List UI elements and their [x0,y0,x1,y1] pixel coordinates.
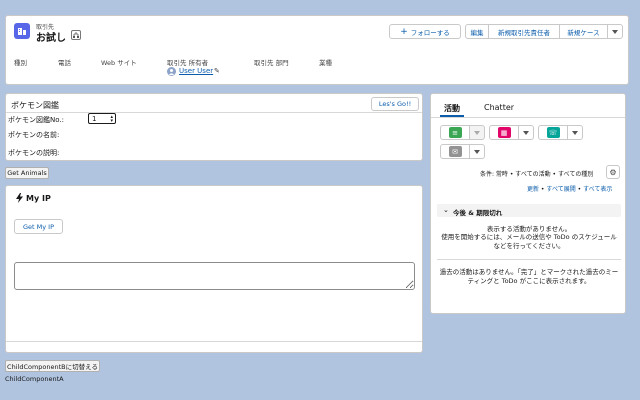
filter-settings-button[interactable]: ⚙ [606,165,620,179]
myip-textarea[interactable] [14,262,415,290]
chevron-down-icon [612,29,618,34]
chevron-down-icon [474,130,480,135]
email-dropdown[interactable] [470,144,485,159]
pokemon-divider [6,112,422,113]
field-label-division: 取引先 部門 [254,59,289,67]
lets-go-button[interactable]: Les's Go!! [371,97,419,111]
account-icon [14,23,30,39]
plus-icon: + [400,26,408,37]
tab-chatter[interactable]: Chatter [484,103,514,112]
refresh-link[interactable]: 更新 [527,186,539,193]
email-group: ✉ [440,144,485,159]
myip-footer-divider [6,341,422,342]
upcoming-hint-text: 使用を開始するには、メールの送信や ToDo のスケジュールなどを行ってください… [441,233,617,250]
myip-card: My IP Get My IP [5,185,423,353]
child-component-label: ChildComponentA [5,375,64,383]
log-call-icon: ≡ [448,127,462,138]
myip-title: My IP [26,194,51,203]
new-event-group: ▦ [489,125,534,140]
view-all-link[interactable]: すべて表示 [583,186,612,193]
get-my-ip-button[interactable]: Get My IP [14,219,63,234]
field-label-type: 種別 [14,59,27,67]
past-divider [437,259,621,260]
activity-panel: 活動 Chatter ≡ ▦ ☏ ✉ 条件: 常時 • すべての活動 • すべて… [430,93,626,314]
log-call-group: ≡ [440,125,485,140]
more-actions-button[interactable] [607,24,623,39]
chevron-down-icon [572,130,578,135]
field-label-industry: 業種 [319,59,332,67]
follow-button[interactable]: + フォローする [389,24,461,39]
get-animals-button[interactable]: Get Animals [5,167,49,179]
chevron-down-icon: ⌄ [443,206,449,214]
new-task-button[interactable]: ☏ [538,125,568,140]
phone-icon: ☏ [546,127,560,138]
activity-links: 更新 • すべて展開 • すべて表示 [527,186,613,193]
new-event-dropdown[interactable] [519,125,534,140]
lightning-icon [16,193,23,205]
calendar-icon: ▦ [497,127,511,138]
email-icon: ✉ [448,146,462,157]
gear-icon: ⚙ [609,167,617,177]
field-label-website: Web サイト [101,59,137,67]
new-case-button[interactable]: 新規ケース [559,24,608,39]
record-name: お試し [36,33,66,44]
new-task-group: ☏ [538,125,583,140]
new-event-button[interactable]: ▦ [489,125,519,140]
log-call-button[interactable]: ≡ [440,125,470,140]
pokemon-title: ポケモン図鑑 [11,101,59,110]
switch-component-button[interactable]: ChildComponentBに切替える [5,360,100,372]
tab-activity[interactable]: 活動 [444,103,460,114]
owner-link[interactable]: User User [179,67,213,75]
pokemon-no-stepper[interactable]: 1 ▴ ▾ [88,113,116,124]
change-owner-icon[interactable]: ✎ [214,67,220,75]
past-empty-text: 過去の活動はありません。「完了」とマークされた過去のミーティングと ToDo が… [439,268,619,285]
record-header: 取引先 お試し + フォローする 編集 新規取引先責任者 新規ケース 種別 電話… [5,15,629,85]
stepper-arrows-icon: ▴ ▾ [110,113,113,124]
upcoming-empty-text: 表示する活動がありません。 [486,225,572,233]
field-label-owner: 取引先 所有者 [167,59,209,67]
chevron-down-icon [523,130,529,135]
upcoming-section-header[interactable]: ⌄ 今後 & 期限切れ [437,204,621,217]
pokemon-card: ポケモン図鑑 Les's Go!! ポケモン図鑑No.: 1 ▴ ▾ ポケモンの名… [5,93,423,161]
edit-button[interactable]: 編集 [465,24,489,39]
pokemon-no-label: ポケモン図鑑No.: [8,116,64,124]
new-contact-button[interactable]: 新規取引先責任者 [488,24,560,39]
email-button[interactable]: ✉ [440,144,470,159]
owner-avatar [167,67,176,76]
pokemon-desc-label: ポケモンの説明: [8,149,60,157]
pokemon-name-label: ポケモンの名前: [8,131,60,139]
tabs-divider [431,117,625,118]
hierarchy-icon[interactable] [71,30,81,40]
expand-all-link[interactable]: すべて展開 [546,186,575,193]
new-task-dropdown[interactable] [568,125,583,140]
log-call-dropdown[interactable] [470,125,485,140]
chevron-down-icon [474,149,480,154]
field-label-phone: 電話 [58,59,71,67]
filter-text: 条件: 常時 • すべての活動 • すべての種別 [480,171,594,178]
